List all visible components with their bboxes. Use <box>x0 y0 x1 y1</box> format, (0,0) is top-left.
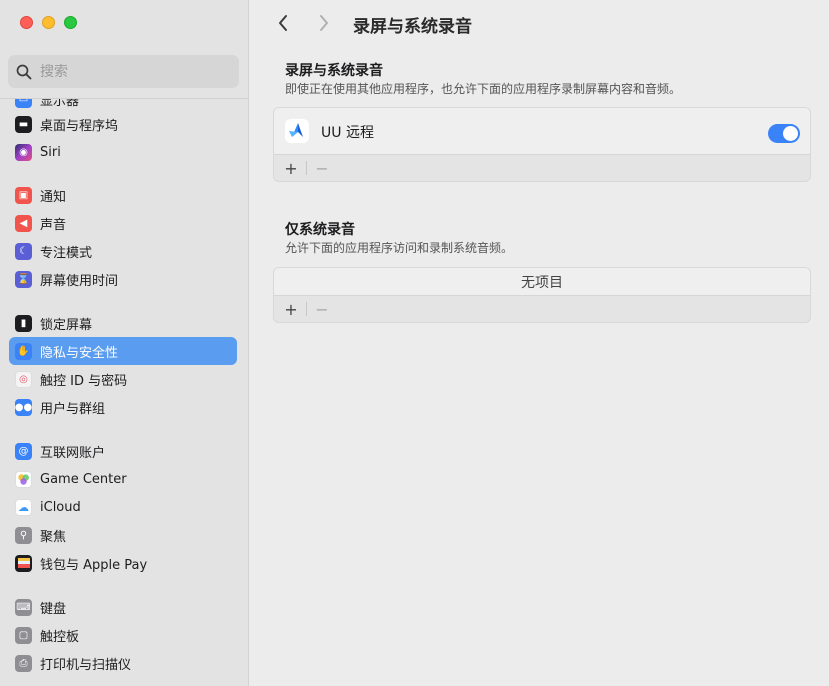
bell-icon: ▣ <box>15 186 32 204</box>
sidebar-item-label: 用户与群组 <box>40 401 106 417</box>
search-field[interactable] <box>8 55 239 88</box>
sidebar-item-printers-scanners[interactable]: ⎙ 打印机与扫描仪 <box>9 649 237 677</box>
sidebar-item-label: 显示器 <box>40 99 80 109</box>
sidebar-item-wallet[interactable]: 钱包与 Apple Pay <box>9 549 237 577</box>
wallet-icon <box>15 554 32 572</box>
main-pane: 录屏与系统录音 录屏与系统录音 即使正在使用其他应用程序，也允许下面的应用程序录… <box>250 0 829 686</box>
search-input[interactable] <box>40 63 220 80</box>
sidebar-item-label: 通知 <box>40 189 67 205</box>
sidebar-item-internet-accounts[interactable]: @ 互联网账户 <box>9 437 237 465</box>
trackpad-icon: ▢ <box>15 626 32 644</box>
sidebar-item-label: 声音 <box>40 217 67 233</box>
toolbar: 录屏与系统录音 <box>250 0 829 46</box>
sidebar-item-label: 触控板 <box>40 629 80 645</box>
sidebar-item-label: Game Center <box>40 471 127 487</box>
wallet-cards-icon <box>17 558 30 568</box>
sidebar-item-users-groups[interactable]: ●● 用户与群组 <box>9 393 237 421</box>
moon-icon: ☾ <box>15 242 32 260</box>
list-controls: + − <box>274 155 810 181</box>
printer-icon: ⎙ <box>15 654 32 672</box>
app-name: UU 远程 <box>321 125 374 141</box>
sidebar-item-label: 锁定屏幕 <box>40 317 93 333</box>
sidebar-item-focus[interactable]: ☾ 专注模式 <box>9 237 237 265</box>
audio-only-app-list: 无项目 + − <box>273 267 811 323</box>
chevron-left-icon <box>279 15 287 31</box>
sidebar-item-screen-time[interactable]: ⌛ 屏幕使用时间 <box>9 265 237 293</box>
sidebar-item-lock-screen[interactable]: ▮ 锁定屏幕 <box>9 309 237 337</box>
add-app-button[interactable]: + <box>282 159 300 178</box>
hourglass-icon: ⌛ <box>15 270 32 288</box>
users-icon: ●● <box>15 398 32 416</box>
uu-remote-logo-icon <box>289 123 303 137</box>
close-window-button[interactable] <box>20 16 33 29</box>
sidebar-item-touch-id[interactable]: ◎ 触控 ID 与密码 <box>9 365 237 393</box>
sidebar-item-label: 屏幕使用时间 <box>40 273 119 289</box>
forward-button[interactable] <box>314 13 334 33</box>
back-button[interactable] <box>273 13 293 33</box>
cloud-icon: ☁ <box>15 498 32 516</box>
sidebar-item-label: 桌面与程序坞 <box>40 118 119 134</box>
dock-icon: ▬ <box>15 115 32 133</box>
sidebar-item-game-center[interactable]: Game Center <box>9 465 237 493</box>
game-center-bubbles-icon <box>18 473 29 485</box>
controls-divider <box>306 302 307 316</box>
sidebar-item-sound[interactable]: ◀ 声音 <box>9 209 237 237</box>
remove-app-button[interactable]: − <box>313 300 331 319</box>
page-title: 录屏与系统录音 <box>353 17 472 37</box>
section-title-screen-audio: 录屏与系统录音 <box>285 63 383 79</box>
sidebar-item-privacy-security[interactable]: ✋ 隐私与安全性 <box>9 337 237 365</box>
sidebar-item-siri[interactable]: ◉ Siri <box>9 138 237 166</box>
section-description-screen-audio: 即使正在使用其他应用程序，也允许下面的应用程序录制屏幕内容和音频。 <box>285 82 682 96</box>
uu-remote-toggle[interactable] <box>768 124 800 143</box>
minimize-window-button[interactable] <box>42 16 55 29</box>
screen-audio-app-list: UU 远程 + − <box>273 107 811 182</box>
window-controls <box>20 16 77 29</box>
sidebar-item-label: 专注模式 <box>40 245 93 261</box>
sidebar-item-label: 聚焦 <box>40 529 67 545</box>
sidebar-item-label: 隐私与安全性 <box>40 345 119 361</box>
search-icon <box>16 64 32 79</box>
uu-remote-app-icon <box>285 119 309 143</box>
settings-window: ▭ 显示器 ▬ 桌面与程序坞 ◉ Siri ▣ 通知 ◀ 声音 ☾ 专注模式 <box>0 0 829 686</box>
sidebar-item-label: 钱包与 Apple Pay <box>40 557 148 573</box>
list-controls: + − <box>274 296 810 322</box>
toggle-knob <box>783 126 798 141</box>
sidebar-item-notifications[interactable]: ▣ 通知 <box>9 181 237 209</box>
section-title-audio-only: 仅系统录音 <box>285 222 355 238</box>
section-description-audio-only: 允许下面的应用程序访问和录制系统音频。 <box>285 241 514 255</box>
sidebar-item-label: 互联网账户 <box>40 445 106 461</box>
spotlight-icon: ⚲ <box>15 526 32 544</box>
keyboard-icon: ⌨ <box>15 598 32 616</box>
speaker-icon: ◀ <box>15 214 32 232</box>
add-app-button[interactable]: + <box>282 300 300 319</box>
fingerprint-icon: ◎ <box>15 370 32 388</box>
app-row-uu-remote[interactable]: UU 远程 <box>274 108 810 155</box>
sidebar: ▭ 显示器 ▬ 桌面与程序坞 ◉ Siri ▣ 通知 ◀ 声音 ☾ 专注模式 <box>0 0 249 686</box>
sidebar-item-label: 触控 ID 与密码 <box>40 373 128 389</box>
sidebar-item-desktop-dock[interactable]: ▬ 桌面与程序坞 <box>9 110 237 138</box>
sidebar-item-label: iCloud <box>40 499 81 515</box>
display-icon: ▭ <box>15 99 32 108</box>
sidebar-item-label: 打印机与扫描仪 <box>40 657 132 673</box>
sidebar-item-label: 键盘 <box>40 601 67 617</box>
sidebar-item-icloud[interactable]: ☁ iCloud <box>9 493 237 521</box>
sidebar-item-spotlight[interactable]: ⚲ 聚焦 <box>9 521 237 549</box>
sidebar-item-label: Siri <box>40 144 61 160</box>
lock-icon: ▮ <box>15 314 32 332</box>
sidebar-item-keyboard[interactable]: ⌨ 键盘 <box>9 593 237 621</box>
siri-icon: ◉ <box>15 143 32 161</box>
sidebar-item-trackpad[interactable]: ▢ 触控板 <box>9 621 237 649</box>
at-icon: @ <box>15 442 32 460</box>
zoom-window-button[interactable] <box>64 16 77 29</box>
sidebar-list: ▭ 显示器 ▬ 桌面与程序坞 ◉ Siri ▣ 通知 ◀ 声音 ☾ 专注模式 ⌛… <box>0 99 249 686</box>
chevron-right-icon <box>320 15 328 31</box>
hand-icon: ✋ <box>15 342 32 360</box>
game-center-icon <box>15 470 32 488</box>
empty-list-label: 无项目 <box>274 268 810 296</box>
remove-app-button[interactable]: − <box>313 159 331 178</box>
controls-divider <box>306 161 307 175</box>
